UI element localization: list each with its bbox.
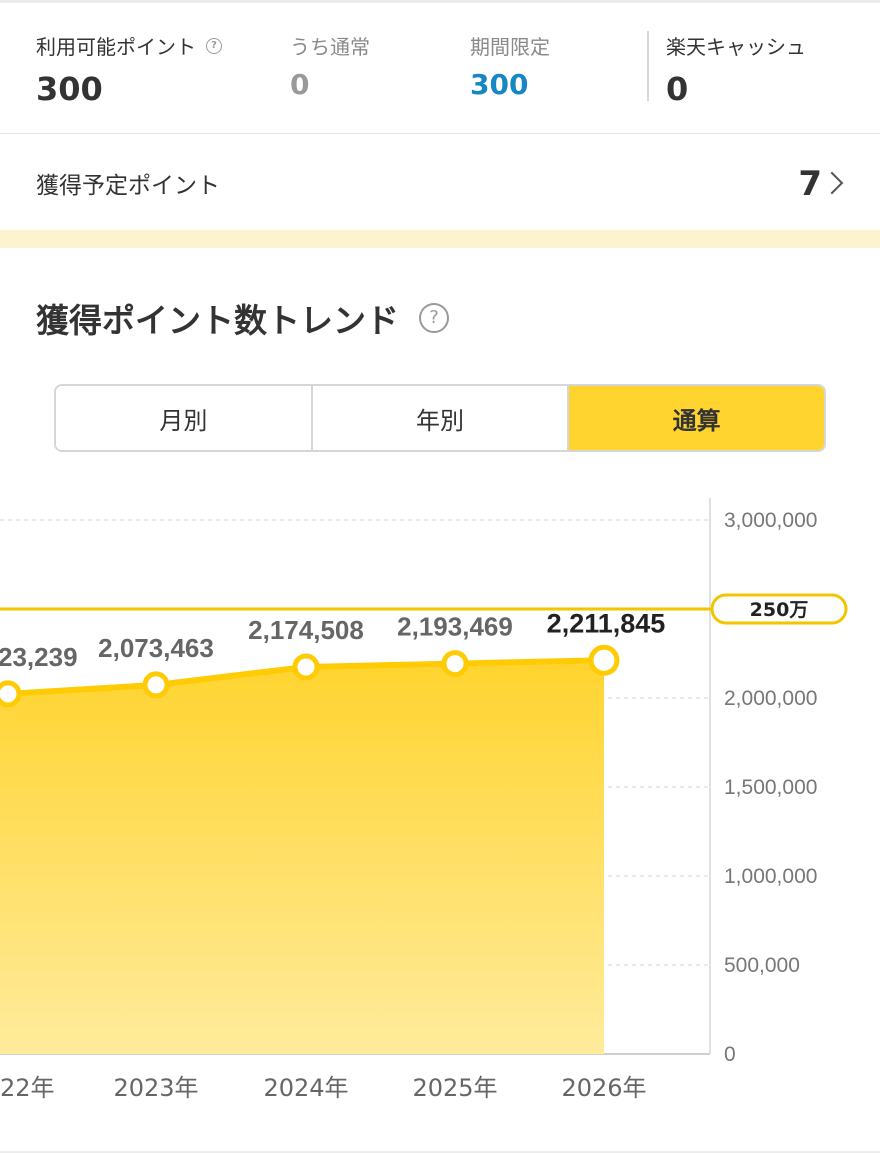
y-tick-label: 500,000 <box>724 954 800 977</box>
target-label: 250万 <box>750 599 809 621</box>
pending-points-row[interactable]: 獲得予定ポイント 7 <box>0 134 880 230</box>
available-points-label: 利用可能ポイント <box>36 35 196 59</box>
data-label: 2,211,845 <box>547 608 666 638</box>
x-tick-label: 2025年 <box>412 1074 497 1102</box>
x-tick-label: 2024年 <box>263 1074 348 1102</box>
tab-cumulative[interactable]: 通算 <box>567 386 824 450</box>
y-tick-label: 3,000,000 <box>724 509 817 532</box>
series-area <box>0 660 604 1054</box>
regular-points: うち通常 0 <box>290 31 370 101</box>
limited-points-value: 300 <box>470 68 529 101</box>
data-point <box>441 650 469 678</box>
data-label: 2,174,508 <box>248 615 364 645</box>
period-tabs: 月別 年別 通算 <box>54 384 826 452</box>
rakuten-cash: 楽天キャッシュ 0 <box>666 31 806 108</box>
section-band <box>0 230 880 248</box>
regular-points-value: 0 <box>290 68 310 101</box>
trend-chart: 0 500,000 1,000,000 1,500,000 2,000,000 3,000… <box>0 498 848 1102</box>
trend-title: 獲得ポイント数トレンド <box>36 301 399 340</box>
x-tick-label: 2026年 <box>561 1074 646 1102</box>
y-tick-label: 2,000,000 <box>724 687 817 710</box>
data-point <box>588 644 620 676</box>
available-points: 利用可能ポイント ? 300 <box>36 31 222 108</box>
help-icon[interactable]: ? <box>206 37 222 54</box>
data-label: 23,239 <box>0 642 78 672</box>
rakuten-cash-value: 0 <box>666 70 689 108</box>
help-icon[interactable]: ? <box>419 303 449 333</box>
rakuten-cash-label: 楽天キャッシュ <box>666 35 806 59</box>
divider <box>647 31 649 101</box>
data-point <box>292 653 320 681</box>
available-points-value: 300 <box>36 70 103 108</box>
x-tick-label: 2023年 <box>113 1074 198 1102</box>
y-tick-label: 0 <box>724 1043 736 1066</box>
tab-yearly[interactable]: 年別 <box>310 386 568 450</box>
chevron-right-icon <box>820 171 844 195</box>
data-label: 2,193,469 <box>397 612 513 642</box>
limited-points-label: 期間限定 <box>470 35 550 59</box>
tab-monthly[interactable]: 月別 <box>56 386 311 450</box>
points-summary: 利用可能ポイント ? 300 うち通常 0 期間限定 300 楽天キャッシュ 0 <box>0 3 880 133</box>
regular-points-label: うち通常 <box>290 35 370 59</box>
data-point <box>142 671 170 699</box>
limited-points: 期間限定 300 <box>470 31 550 101</box>
pending-points-label: 獲得予定ポイント <box>36 173 220 199</box>
y-tick-label: 1,500,000 <box>724 776 817 799</box>
trend-title-row: 獲得ポイント数トレンド ? <box>36 294 449 342</box>
data-label: 2,073,463 <box>98 633 214 663</box>
y-tick-label: 1,000,000 <box>724 865 817 888</box>
pending-points-value: 7 <box>798 164 822 204</box>
data-point <box>0 680 22 708</box>
x-tick-label: 22年 <box>0 1074 55 1102</box>
